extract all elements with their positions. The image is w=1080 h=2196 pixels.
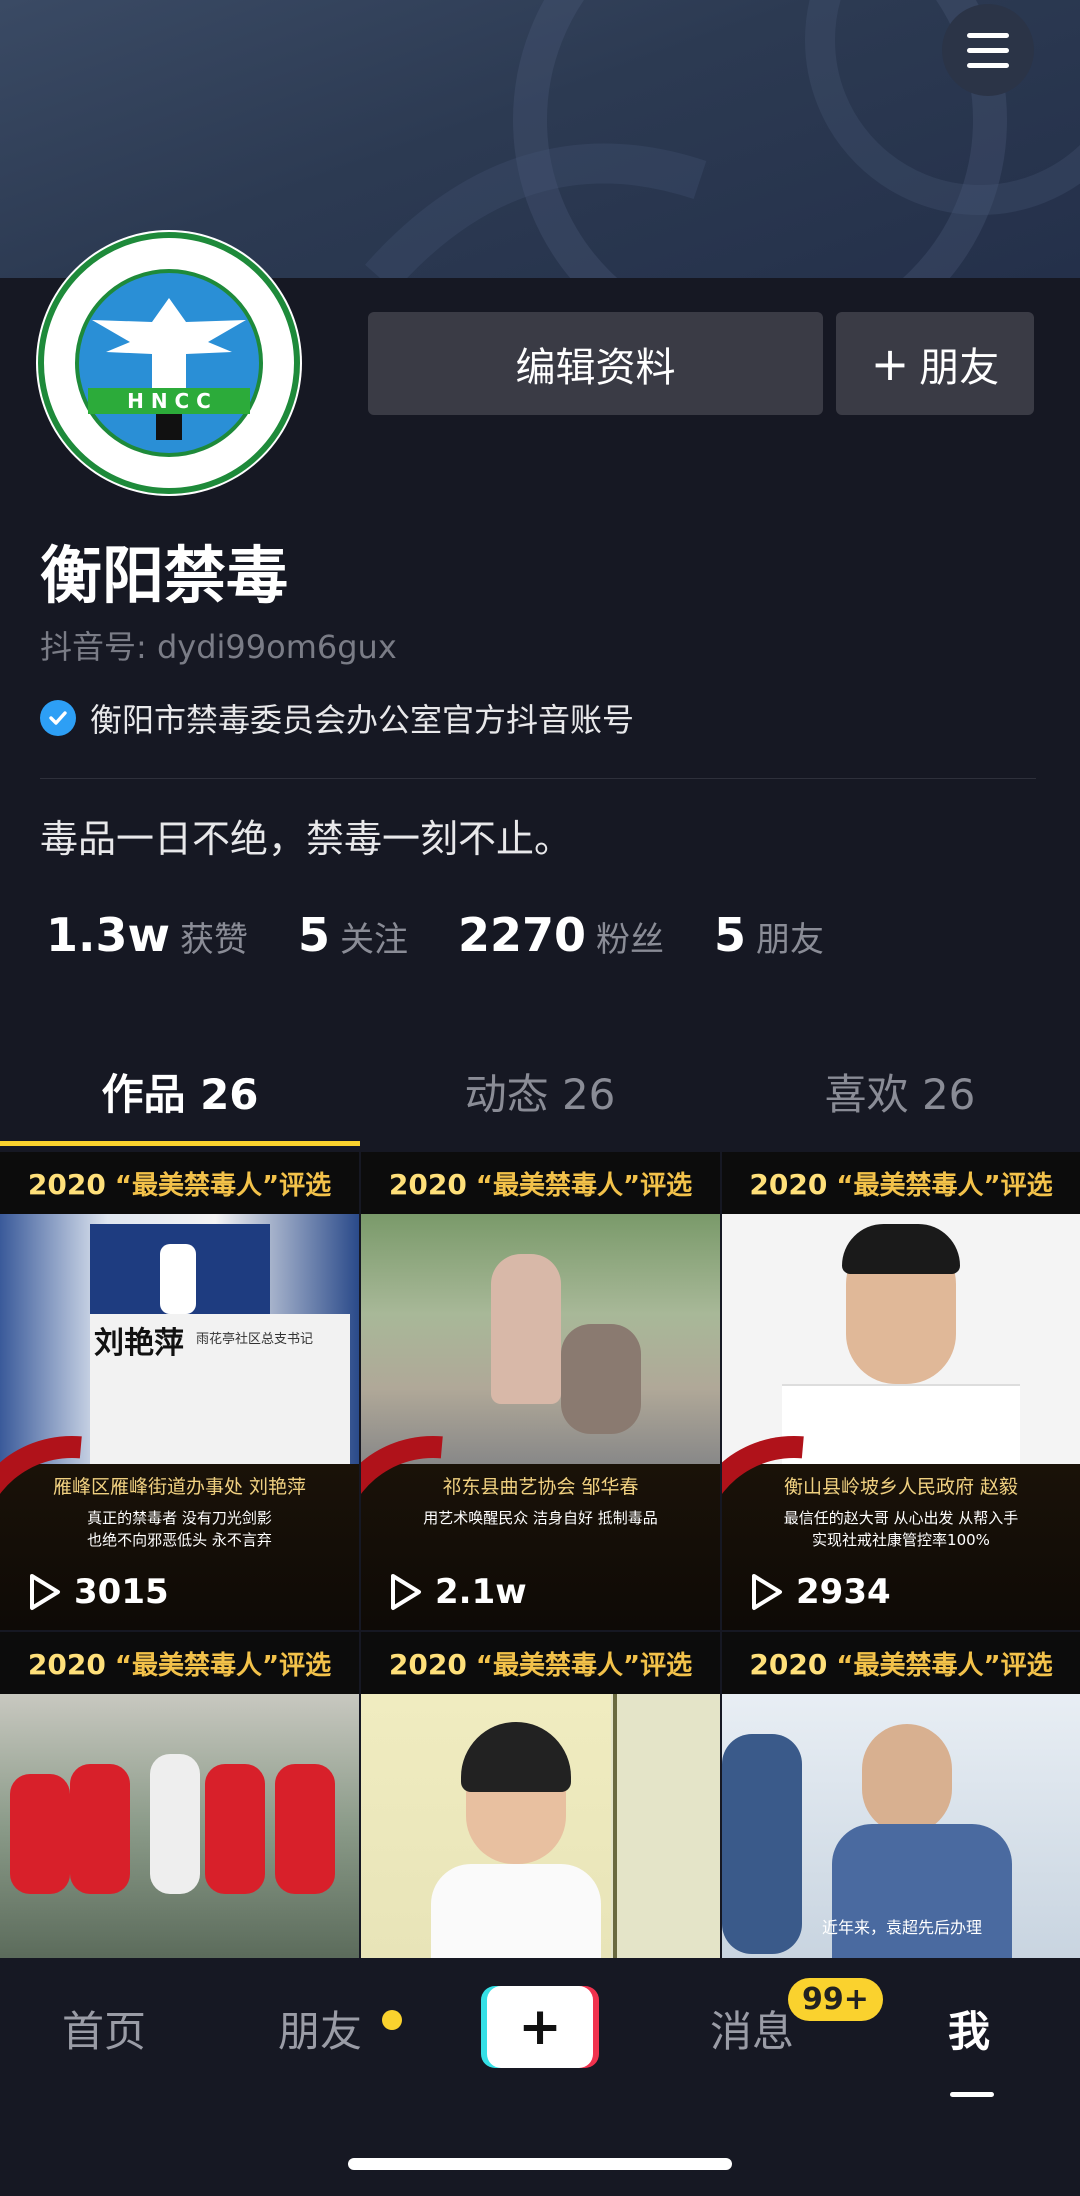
play-count: 3015 [26, 1572, 169, 1612]
stat-value: 2270 [458, 908, 587, 962]
stat-value: 1.3w [46, 908, 170, 962]
stat-following[interactable]: 5 关注 [298, 908, 408, 962]
video-thumbnail[interactable]: 2020 “最美禁毒人”评选 衡山县岭坡乡人民政府 赵毅 最信任的赵大哥 从心出… [722, 1152, 1080, 1630]
stat-followers[interactable]: 2270 粉丝 [458, 908, 664, 962]
nav-messages[interactable]: 消息 [710, 1998, 794, 2059]
tab-likes[interactable]: 喜欢 26 [720, 1050, 1080, 1150]
video-banner: 2020 “最美禁毒人”评选 [361, 1632, 720, 1694]
plus-icon: + [487, 1986, 593, 2068]
verification-row: 衡阳市禁毒委员会办公室官方抖音账号 [40, 695, 634, 741]
stat-value: 5 [297, 908, 330, 962]
video-photo [361, 1694, 720, 1962]
video-banner: 2020 “最美禁毒人”评选 [722, 1632, 1080, 1694]
home-indicator [348, 2158, 732, 2170]
content-tabs: 作品 26 动态 26 喜欢 26 [0, 1050, 1080, 1150]
video-banner: 2020 “最美禁毒人”评选 [722, 1152, 1080, 1214]
add-friend-button[interactable]: + 朋友 [836, 312, 1034, 415]
video-thumbnail[interactable]: 2020 “最美禁毒人”评选 近年来，袁超先后办理 [722, 1632, 1080, 1962]
stat-label: 粉丝 [596, 920, 665, 960]
video-caption: 祁东县曲艺协会 邹华春 [442, 1476, 639, 1498]
stat-likes: 1.3w 获赞 [46, 908, 248, 962]
tab-works[interactable]: 作品 26 [0, 1050, 360, 1150]
active-indicator [950, 2092, 994, 2097]
video-thumbnail[interactable]: 2020 “最美禁毒人”评选 [361, 1632, 720, 1962]
play-icon [752, 1574, 782, 1610]
stat-value: 5 [714, 908, 747, 962]
video-thumbnail[interactable]: 2020 “最美禁毒人”评选 祁东县曲艺协会 邹华春 用艺术唤醒民众 洁身自好 … [361, 1152, 720, 1630]
douyin-id[interactable]: 抖音号: dydi99om6gux [40, 622, 397, 668]
profile-stats: 1.3w 获赞 5 关注 2270 粉丝 5 朋友 [46, 908, 874, 962]
video-subtitle: 用艺术唤醒民众 洁身自好 抵制毒品 [423, 1509, 658, 1527]
video-subtitle: 最信任的赵大哥 从心出发 从帮入手 实现社戒社康管控率100% [783, 1509, 1019, 1549]
video-thumbnail[interactable]: 2020 “最美禁毒人”评选 [0, 1632, 359, 1962]
verified-check-icon [40, 700, 76, 736]
nav-home[interactable]: 首页 [62, 1998, 146, 2059]
narcotics-commission-logo: H N C C [38, 232, 300, 494]
video-photo [361, 1214, 720, 1464]
play-count: 2934 [748, 1572, 891, 1612]
video-banner: 2020 “最美禁毒人”评选 [361, 1152, 720, 1214]
video-caption: 雁峰区雁峰街道办事处 刘艳萍 [52, 1476, 307, 1498]
nav-me[interactable]: 我 [948, 1998, 990, 2059]
stat-label: 朋友 [756, 920, 825, 960]
video-subtitle: 真正的禁毒者 没有刀光剑影 也绝不向邪恶低头 永不言弃 [87, 1509, 272, 1549]
add-friend-label: 朋友 [919, 344, 1000, 391]
play-icon [30, 1574, 60, 1610]
profile-bio: 毒品一日不绝，禁毒一刻不止。 [40, 817, 573, 861]
profile-name: 衡阳禁毒 [40, 539, 289, 612]
edit-profile-label: 编辑资料 [515, 344, 676, 391]
video-photo [0, 1694, 359, 1962]
verified-text: 衡阳市禁毒委员会办公室官方抖音账号 [90, 701, 635, 739]
video-grid: 2020 “最美禁毒人”评选 刘艳萍 雨花亭社区总支书记 雁峰区雁峰街道办事处 … [0, 1152, 1080, 1630]
stat-friends[interactable]: 5 朋友 [714, 908, 824, 962]
menu-button[interactable] [942, 4, 1034, 96]
edit-profile-button[interactable]: 编辑资料 [368, 312, 823, 415]
video-grid-row2: 2020 “最美禁毒人”评选 2020 “最美禁毒人”评选 2020 “最美禁毒… [0, 1632, 1080, 1962]
video-photo [722, 1214, 1080, 1466]
video-caption: 衡山县岭坡乡人民政府 赵毅 [783, 1476, 1019, 1498]
friends-notification-dot [382, 2010, 402, 2030]
tab-activity[interactable]: 动态 26 [360, 1050, 720, 1150]
divider [40, 778, 1036, 779]
video-thumbnail[interactable]: 2020 “最美禁毒人”评选 刘艳萍 雨花亭社区总支书记 雁峰区雁峰街道办事处 … [0, 1152, 359, 1630]
stat-label: 获赞 [179, 920, 248, 960]
hamburger-menu-icon [967, 28, 1009, 73]
nav-friends[interactable]: 朋友 [278, 1998, 362, 2059]
video-banner: 2020 “最美禁毒人”评选 [0, 1152, 359, 1214]
messages-badge: 99+ [788, 1978, 883, 2021]
video-photo: 刘艳萍 雨花亭社区总支书记 [0, 1214, 359, 1464]
stat-label: 关注 [340, 920, 408, 960]
play-count: 2.1w [387, 1572, 527, 1612]
plus-icon: + [870, 336, 910, 391]
video-banner: 2020 “最美禁毒人”评选 [0, 1632, 359, 1694]
create-button[interactable]: + [481, 1986, 599, 2068]
svg-text:H N C C: H N C C [127, 389, 211, 413]
avatar[interactable]: H N C C [36, 230, 302, 496]
play-icon [391, 1574, 421, 1610]
video-photo: 近年来，袁超先后办理 [722, 1694, 1080, 1962]
